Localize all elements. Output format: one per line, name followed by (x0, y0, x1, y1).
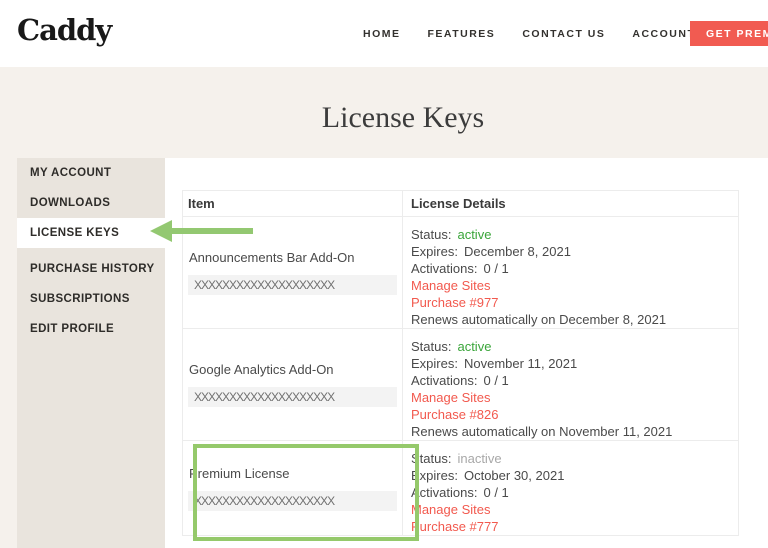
status-label: Status: (411, 451, 452, 466)
status-value: inactive (457, 451, 502, 466)
get-premium-button[interactable]: GET PREMIUM (690, 21, 768, 46)
expires-value: October 30, 2021 (463, 468, 565, 483)
license-keys-table: Item License Details Announcements Bar A… (182, 190, 739, 536)
expires-label: Expires: (411, 356, 458, 371)
page-left-margin (0, 158, 17, 548)
table-row-item-premium-license: Premium License XXXXXXXXXXXXXXXXXXXX (183, 441, 403, 535)
activations-line: Activations: 0 / 1 (411, 260, 738, 277)
nav-link-features[interactable]: FEATURES (428, 28, 496, 40)
green-arrow-tail (170, 228, 253, 234)
expires-line: Expires: November 11, 2021 (411, 355, 738, 372)
sidebar-item-my-account[interactable]: MY ACCOUNT (17, 158, 165, 188)
status-line: Status: active (411, 338, 738, 355)
sidebar-item-subscriptions[interactable]: SUBSCRIPTIONS (17, 284, 165, 314)
expires-line: Expires: December 8, 2021 (411, 243, 738, 260)
sidebar-item-edit-profile[interactable]: EDIT PROFILE (17, 314, 165, 344)
table-row-details-announcements-bar: Status: active Expires: December 8, 2021 A… (403, 217, 738, 329)
license-key-field[interactable]: XXXXXXXXXXXXXXXXXXXX (188, 490, 397, 511)
item-name: Announcements Bar Add-On (189, 250, 355, 265)
page-title: License Keys (321, 101, 485, 134)
brand-logo[interactable]: Caddy (17, 13, 112, 47)
activations-line: Activations: 0 / 1 (411, 484, 738, 501)
manage-sites-link[interactable]: Manage Sites (411, 389, 738, 406)
purchase-link[interactable]: Purchase #826 (411, 406, 738, 423)
sidebar-item-license-keys[interactable]: LICENSE KEYS (17, 218, 165, 248)
status-value: active (457, 339, 492, 354)
nav-link-contact-us[interactable]: CONTACT US (522, 28, 605, 40)
status-value: active (457, 227, 492, 242)
expires-label: Expires: (411, 468, 458, 483)
status-line: Status: active (411, 226, 738, 243)
nav-link-home[interactable]: HOME (363, 28, 401, 40)
renews-line: Renews automatically on December 8, 2021 (411, 312, 667, 327)
status-label: Status: (411, 339, 452, 354)
manage-sites-link[interactable]: Manage Sites (411, 501, 738, 518)
title-band: License Keys (0, 67, 768, 158)
expires-value: December 8, 2021 (463, 244, 571, 259)
expires-line: Expires: October 30, 2021 (411, 467, 738, 484)
table-row-details-google-analytics: Status: active Expires: November 11, 2021 … (403, 329, 738, 441)
nav-link-account[interactable]: ACCOUNT (632, 28, 695, 40)
main-nav: HOME FEATURES CONTACT US ACCOUNT (363, 0, 695, 67)
license-key-field[interactable]: XXXXXXXXXXXXXXXXXXXX (188, 275, 397, 295)
column-header-item: Item (183, 191, 403, 217)
activations-value: 0 / 1 (483, 261, 509, 276)
sidebar-item-purchase-history[interactable]: PURCHASE HISTORY (17, 254, 165, 284)
activations-label: Activations: (411, 485, 478, 500)
renews-line: Renews automatically on November 11, 202… (411, 424, 673, 439)
table-row-item-google-analytics: Google Analytics Add-On XXXXXXXXXXXXXXXX… (183, 329, 403, 441)
activations-line: Activations: 0 / 1 (411, 372, 738, 389)
activations-label: Activations: (411, 373, 478, 388)
expires-label: Expires: (411, 244, 458, 259)
account-sidebar: MY ACCOUNT DOWNLOADS LICENSE KEYS PURCHA… (17, 158, 165, 548)
item-name: Google Analytics Add-On (189, 362, 334, 377)
license-key-field[interactable]: XXXXXXXXXXXXXXXXXXXX (188, 387, 397, 407)
activations-label: Activations: (411, 261, 478, 276)
green-arrow-icon (150, 220, 172, 242)
status-line: Status: inactive (411, 450, 738, 467)
activations-value: 0 / 1 (483, 373, 509, 388)
main-content: MY ACCOUNT DOWNLOADS LICENSE KEYS PURCHA… (0, 158, 768, 548)
purchase-link[interactable]: Purchase #977 (411, 294, 738, 311)
activations-value: 0 / 1 (483, 485, 509, 500)
status-label: Status: (411, 227, 452, 242)
top-navbar: Caddy HOME FEATURES CONTACT US ACCOUNT G… (0, 0, 768, 67)
manage-sites-link[interactable]: Manage Sites (411, 277, 738, 294)
sidebar-item-downloads[interactable]: DOWNLOADS (17, 188, 165, 218)
table-row-details-premium-license: Status: inactive Expires: October 30, 2021… (403, 441, 738, 535)
expires-value: November 11, 2021 (463, 356, 578, 371)
column-header-license-details: License Details (403, 191, 738, 217)
item-name: Premium License (189, 465, 290, 481)
purchase-link[interactable]: Purchase #777 (411, 518, 738, 535)
